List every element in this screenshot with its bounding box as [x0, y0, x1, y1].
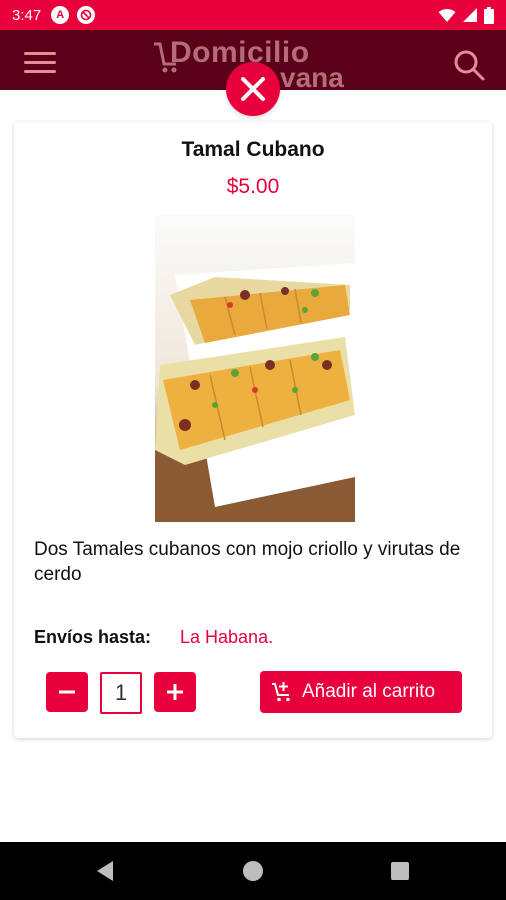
- system-nav-bar: [0, 842, 506, 900]
- no-sim-icon: [77, 6, 96, 24]
- close-button[interactable]: [226, 62, 280, 116]
- android-debug-icon: A: [51, 6, 70, 24]
- back-icon[interactable]: [96, 860, 114, 882]
- increase-quantity-button[interactable]: [154, 672, 196, 712]
- menu-icon[interactable]: [24, 52, 56, 74]
- quantity-input[interactable]: [100, 672, 142, 714]
- decrease-quantity-button[interactable]: [46, 672, 88, 712]
- add-to-cart-label: Añadir al carrito: [302, 681, 436, 702]
- product-card: Tamal Cubano $5.00 Dos Tamales cubanos c…: [14, 122, 492, 738]
- home-icon[interactable]: [243, 861, 263, 881]
- product-price: $5.00: [226, 175, 280, 198]
- search-icon[interactable]: [452, 48, 486, 82]
- screen: 3:47 A Domicilio vana Tamal Cubano $5.00…: [0, 0, 506, 900]
- battery-icon: [484, 6, 494, 24]
- minus-icon: [59, 690, 75, 694]
- add-to-cart-button[interactable]: Añadir al carrito: [260, 671, 462, 713]
- status-time: 3:47: [12, 6, 42, 24]
- recent-apps-icon[interactable]: [391, 862, 409, 880]
- shipping-label: Envíos hasta:: [34, 627, 152, 647]
- product-description: Dos Tamales cubanos con mojo criollo y v…: [34, 539, 461, 585]
- add-shopping-cart-icon: [272, 682, 290, 702]
- shipping-value: La Habana.: [180, 627, 274, 647]
- product-image: [155, 215, 355, 522]
- brand-text-2: vana: [280, 62, 344, 93]
- product-title: Tamal Cubano: [181, 138, 325, 161]
- plus-icon: [167, 684, 183, 700]
- wifi-icon: [438, 8, 456, 22]
- close-icon: [241, 77, 265, 101]
- signal-icon: [463, 8, 477, 22]
- status-icons: [438, 6, 494, 24]
- status-bar: 3:47 A: [0, 0, 506, 30]
